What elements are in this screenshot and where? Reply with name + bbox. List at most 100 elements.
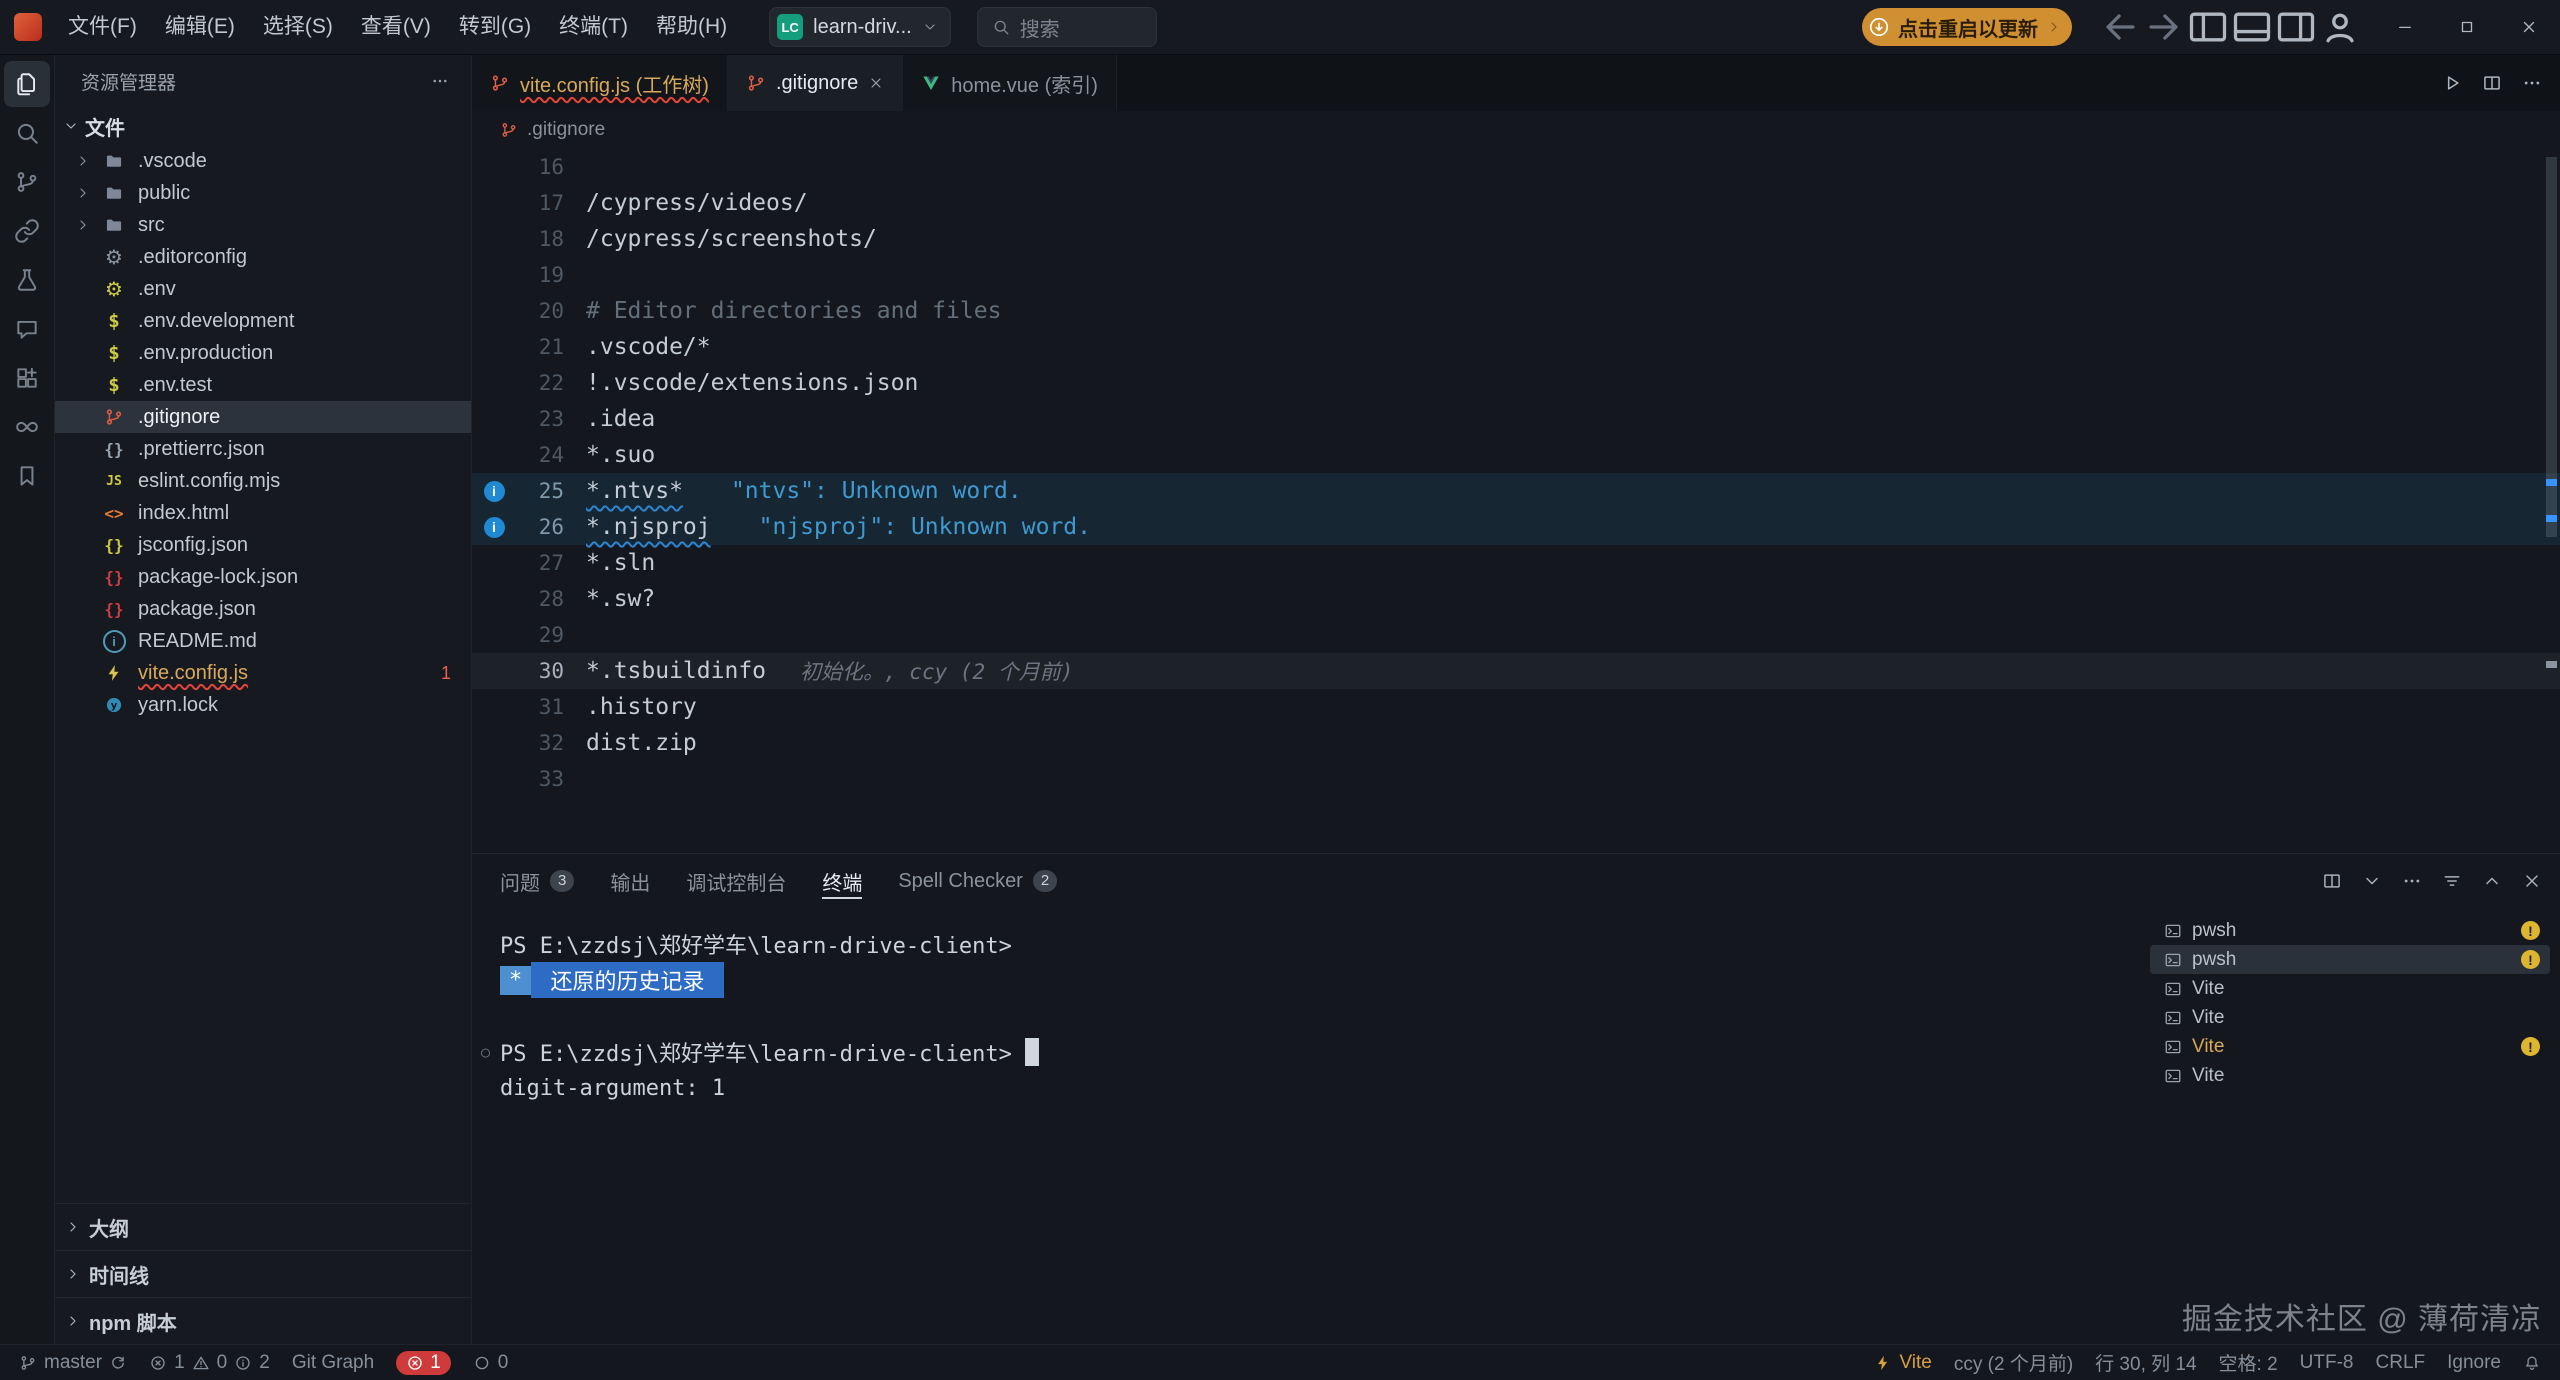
- menu-item[interactable]: 转到(G): [445, 8, 545, 46]
- code-line[interactable]: 33: [472, 761, 2560, 797]
- code-line[interactable]: i26*.njsproj"njsproj": Unknown word.: [472, 509, 2560, 545]
- code-line[interactable]: 20# Editor directories and files: [472, 293, 2560, 329]
- maximize-button[interactable]: [2436, 0, 2498, 54]
- breadcrumb[interactable]: .gitignore: [472, 111, 2560, 149]
- status-error-count-badge[interactable]: 1: [385, 1345, 462, 1380]
- close-icon[interactable]: [2522, 871, 2542, 891]
- menu-item[interactable]: 帮助(H): [642, 8, 741, 46]
- sidebar-section[interactable]: 大纲: [55, 1203, 471, 1250]
- minimize-button[interactable]: [2374, 0, 2436, 54]
- status-git-graph[interactable]: Git Graph: [281, 1345, 385, 1380]
- layout-right-icon[interactable]: [2274, 5, 2318, 49]
- file-item[interactable]: src: [55, 209, 471, 241]
- restart-to-update-button[interactable]: 点击重启以更新: [1862, 8, 2072, 46]
- file-item[interactable]: yyarn.lock: [55, 689, 471, 721]
- status-git-blame[interactable]: ccy (2 个月前): [1943, 1345, 2084, 1380]
- sidebar-section[interactable]: 时间线: [55, 1250, 471, 1297]
- file-item[interactable]: {}package.json: [55, 593, 471, 625]
- terminal-output[interactable]: PS E:\zzdsj\郑好学车\learn-drive-client>* 还原…: [472, 908, 2150, 1344]
- terminal-list-item[interactable]: Vite: [2150, 1003, 2550, 1032]
- menu-item[interactable]: 查看(V): [347, 8, 445, 46]
- account-icon[interactable]: [2318, 5, 2362, 49]
- menu-item[interactable]: 文件(F): [54, 8, 151, 46]
- split-editor-icon[interactable]: [2482, 73, 2502, 93]
- layout-sidebar-icon[interactable]: [2186, 5, 2230, 49]
- file-item[interactable]: ⚙.editorconfig: [55, 241, 471, 273]
- more-icon[interactable]: [2522, 73, 2542, 93]
- play-icon[interactable]: [2442, 73, 2462, 93]
- code-line[interactable]: 21.vscode/*: [472, 329, 2560, 365]
- code-line[interactable]: 32dist.zip: [472, 725, 2560, 761]
- file-item[interactable]: .vscode: [55, 145, 471, 177]
- app-logo-icon[interactable]: [14, 13, 42, 41]
- split-terminal-icon[interactable]: [2322, 871, 2342, 891]
- file-item[interactable]: iREADME.md: [55, 625, 471, 657]
- menu-item[interactable]: 编辑(E): [151, 8, 249, 46]
- status-info-counter[interactable]: 0: [462, 1345, 520, 1380]
- terminal-list-item[interactable]: pwsh!: [2150, 945, 2550, 974]
- code-editor[interactable]: 1617/cypress/videos/18/cypress/screensho…: [472, 149, 2560, 853]
- panel-tab[interactable]: 终端: [822, 854, 862, 908]
- code-line[interactable]: 27*.sln: [472, 545, 2560, 581]
- files-section-header[interactable]: 文件: [55, 107, 471, 145]
- status-vite[interactable]: Vite: [1863, 1345, 1942, 1380]
- editor-tab[interactable]: .gitignore: [728, 55, 903, 111]
- activity-remote[interactable]: [4, 208, 50, 254]
- sidebar-section[interactable]: npm 脚本: [55, 1297, 471, 1344]
- editor-tab[interactable]: home.vue (索引): [903, 55, 1117, 111]
- status-eol[interactable]: CRLF: [2365, 1345, 2437, 1380]
- code-line[interactable]: i25*.ntvs*"ntvs": Unknown word.: [472, 473, 2560, 509]
- activity-testing[interactable]: [4, 257, 50, 303]
- more-icon[interactable]: [2402, 871, 2422, 891]
- status-encoding[interactable]: UTF-8: [2289, 1345, 2365, 1380]
- file-item[interactable]: JSeslint.config.mjs: [55, 465, 471, 497]
- status-problems[interactable]: 102: [138, 1345, 281, 1380]
- code-line[interactable]: 18/cypress/screenshots/: [472, 221, 2560, 257]
- code-line[interactable]: 29: [472, 617, 2560, 653]
- code-line[interactable]: 16: [472, 149, 2560, 185]
- code-line[interactable]: 23.idea: [472, 401, 2560, 437]
- panel-tab[interactable]: Spell Checker2: [898, 854, 1057, 908]
- file-item[interactable]: {}jsconfig.json: [55, 529, 471, 561]
- project-selector[interactable]: LC learn-driv...: [769, 7, 951, 47]
- activity-source-control[interactable]: [4, 159, 50, 205]
- arrow-left-icon[interactable]: [2098, 5, 2142, 49]
- code-line[interactable]: 19: [472, 257, 2560, 293]
- status-cursor-position[interactable]: 行 30, 列 14: [2084, 1345, 2207, 1380]
- menu-item[interactable]: 终端(T): [545, 8, 642, 46]
- panel-tab[interactable]: 输出: [610, 854, 650, 908]
- editor-tab[interactable]: vite.config.js (工作树): [472, 55, 728, 111]
- file-item[interactable]: {}.prettierrc.json: [55, 433, 471, 465]
- terminal-list-item[interactable]: Vite: [2150, 974, 2550, 1003]
- activity-bookmarks[interactable]: [4, 453, 50, 499]
- activity-infinity[interactable]: [4, 404, 50, 450]
- file-item[interactable]: {}package-lock.json: [55, 561, 471, 593]
- activity-explorer[interactable]: [4, 61, 50, 107]
- terminal-list-item[interactable]: Vite!: [2150, 1032, 2550, 1061]
- file-item[interactable]: $.env.test: [55, 369, 471, 401]
- activity-extensions[interactable]: [4, 355, 50, 401]
- arrow-right-icon[interactable]: [2142, 5, 2186, 49]
- code-line[interactable]: 28*.sw?: [472, 581, 2560, 617]
- activity-search[interactable]: [4, 110, 50, 156]
- file-item[interactable]: $.env.development: [55, 305, 471, 337]
- close-button[interactable]: [2498, 0, 2560, 54]
- chevron-up-icon[interactable]: [2482, 871, 2502, 891]
- status-language-mode[interactable]: Ignore: [2436, 1345, 2512, 1380]
- terminal-list-item[interactable]: Vite: [2150, 1061, 2550, 1090]
- file-item[interactable]: .gitignore: [55, 401, 471, 433]
- file-item[interactable]: <>index.html: [55, 497, 471, 529]
- activity-chat[interactable]: [4, 306, 50, 352]
- file-item[interactable]: $.env.production: [55, 337, 471, 369]
- panel-tab[interactable]: 调试控制台: [686, 854, 786, 908]
- global-search-input[interactable]: 搜索: [977, 7, 1157, 47]
- more-actions-icon[interactable]: [431, 72, 449, 90]
- layout-panel-icon[interactable]: [2230, 5, 2274, 49]
- status-branch-indicator[interactable]: master: [8, 1345, 138, 1380]
- menu-item[interactable]: 选择(S): [249, 8, 347, 46]
- code-line[interactable]: 17/cypress/videos/: [472, 185, 2560, 221]
- code-line[interactable]: 30*.tsbuildinfo初始化。, ccy (2 个月前): [472, 653, 2560, 689]
- code-line[interactable]: 31.history: [472, 689, 2560, 725]
- file-item[interactable]: public: [55, 177, 471, 209]
- code-line[interactable]: 24*.suo: [472, 437, 2560, 473]
